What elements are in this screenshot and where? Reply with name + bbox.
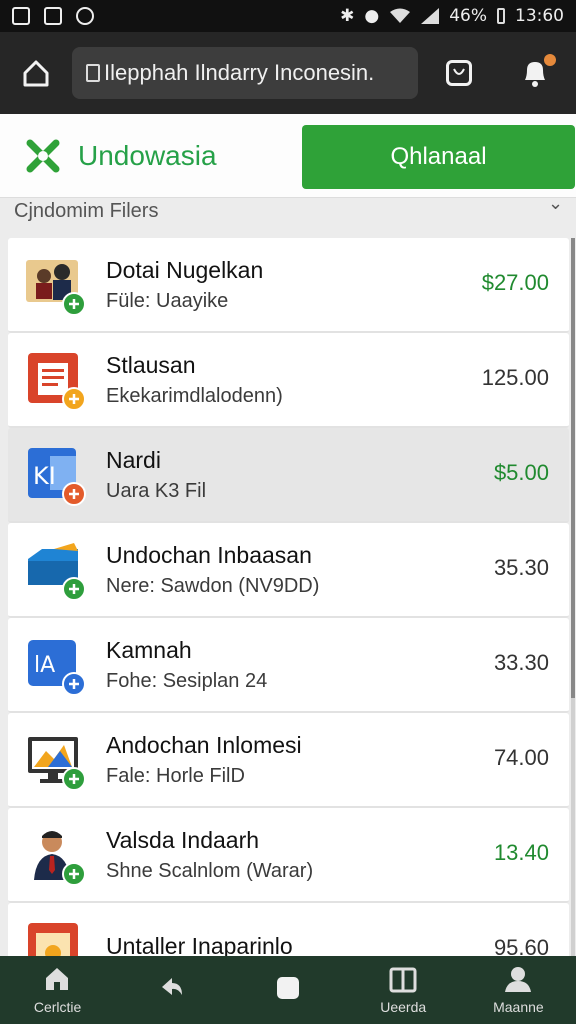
item-title: Valsda Indaarh bbox=[106, 826, 260, 853]
back-arrow-icon bbox=[161, 978, 182, 995]
wifi-icon bbox=[390, 8, 411, 23]
item-title: Undochan Inbaasan bbox=[106, 541, 312, 568]
nav-item-person[interactable]: Maanne bbox=[461, 956, 576, 1024]
item-price: 125.00 bbox=[481, 365, 549, 390]
home-icon bbox=[45, 968, 68, 990]
brand-logo-icon bbox=[26, 139, 60, 172]
svg-text:KI: KI bbox=[33, 462, 56, 490]
item-price: 35.30 bbox=[493, 555, 549, 580]
person-icon bbox=[505, 967, 532, 992]
list-item[interactable]: Andochan Inlomesi Fale: Horle FilD 74.00 bbox=[8, 713, 569, 808]
item-title: Andochan Inlomesi bbox=[106, 731, 302, 758]
signal-icon bbox=[421, 8, 440, 24]
list-item[interactable]: Valsda Indaarh Shne Scalnlom (Warar) 13.… bbox=[8, 808, 569, 903]
address-text: Ilepphah Ilndarry Inconesin. bbox=[104, 60, 375, 85]
scrollbar[interactable] bbox=[571, 238, 575, 956]
list-item[interactable]: KI Nardi Uara K3 Fil $5.00 bbox=[8, 428, 569, 523]
tabs-button[interactable] bbox=[418, 32, 500, 114]
word-doc-icon: KI bbox=[24, 444, 86, 506]
item-price: $27.00 bbox=[481, 270, 549, 295]
item-subtitle: Fohe: Sesiplan 24 bbox=[106, 669, 268, 692]
blue-app-icon: lA bbox=[24, 634, 86, 696]
home-button[interactable] bbox=[0, 32, 72, 114]
notifications-button[interactable] bbox=[500, 32, 570, 114]
tabs-icon bbox=[446, 60, 472, 86]
svg-text:lA: lA bbox=[34, 653, 55, 678]
data-saver-icon: ● bbox=[364, 6, 380, 26]
sync-notification-icon bbox=[76, 7, 94, 25]
item-price: 74.00 bbox=[493, 745, 549, 770]
item-price: $5.00 bbox=[493, 460, 549, 485]
item-subtitle: Fale: Horle FilD bbox=[106, 764, 245, 787]
battery-level: 46% bbox=[449, 6, 487, 26]
brand-name: Undowasia bbox=[78, 139, 217, 171]
bluetooth-icon: ✱ bbox=[340, 6, 355, 26]
collapse-icon[interactable]: ⌄ bbox=[548, 193, 563, 214]
businessman-icon bbox=[24, 824, 86, 886]
battery-icon bbox=[497, 8, 505, 24]
square-icon bbox=[277, 977, 299, 999]
nav-item-square[interactable] bbox=[230, 956, 345, 1024]
monitor-chart-icon bbox=[24, 729, 86, 791]
home-icon bbox=[23, 60, 49, 87]
browser-toolbar: Ilepphah Ilndarry Inconesin. bbox=[0, 32, 576, 114]
nav-label: Cerlctie bbox=[33, 999, 82, 1015]
item-title: Stlausan bbox=[106, 351, 196, 378]
item-price: 13.40 bbox=[493, 840, 549, 865]
bottom-navigation: Cerlctie Ueerda Maanne bbox=[0, 956, 576, 1024]
nav-item-back-arrow[interactable] bbox=[115, 956, 230, 1024]
document-icon bbox=[24, 349, 86, 411]
item-subtitle: Nere: Sawdon (NV9DD) bbox=[106, 574, 320, 597]
item-subtitle: Füle: Uaayike bbox=[106, 289, 229, 312]
nav-item-home[interactable]: Cerlctie bbox=[0, 956, 115, 1024]
item-title: Nardi bbox=[106, 446, 161, 473]
notification-icon bbox=[12, 7, 30, 25]
brand-header: Undowasia Qhlanaal bbox=[0, 114, 576, 198]
item-subtitle: Uara K3 Fil bbox=[106, 479, 207, 502]
item-title: Dotai Nugelkan bbox=[106, 256, 264, 283]
list-item[interactable]: Dotai Nugelkan Füle: Uaayike $27.00 bbox=[8, 238, 569, 333]
list-item[interactable]: lA Kamnah Fohe: Sesiplan 24 33.30 bbox=[8, 618, 569, 713]
list-item[interactable]: Undochan Inbaasan Nere: Sawdon (NV9DD) 3… bbox=[8, 523, 569, 618]
scrollbar-thumb[interactable] bbox=[571, 238, 575, 698]
nav-label: Maanne bbox=[493, 999, 544, 1015]
file-list: Dotai Nugelkan Füle: Uaayike $27.00 Stla… bbox=[8, 238, 569, 998]
primary-action-button[interactable]: Qhlanaal bbox=[302, 125, 575, 189]
section-title: Cjndomim Filers bbox=[14, 200, 159, 222]
folder-box-icon bbox=[24, 539, 86, 601]
book-icon bbox=[389, 967, 417, 993]
photo-notification-icon bbox=[44, 7, 62, 25]
item-price: 33.30 bbox=[493, 650, 549, 675]
page-icon bbox=[86, 64, 100, 82]
item-title: Kamnah bbox=[106, 636, 192, 663]
notification-badge bbox=[544, 54, 556, 66]
list-item[interactable]: Stlausan Ekekarimdlalodenn) 125.00 bbox=[8, 333, 569, 428]
nav-label: Ueerda bbox=[380, 999, 427, 1015]
nav-item-book[interactable]: Ueerda bbox=[346, 956, 461, 1024]
status-bar: ✱ ● 46% 13:60 bbox=[0, 0, 576, 32]
item-subtitle: Shne Scalnlom (Warar) bbox=[106, 859, 314, 882]
people-photo-icon bbox=[24, 254, 86, 316]
address-bar[interactable]: Ilepphah Ilndarry Inconesin. bbox=[72, 47, 418, 99]
clock: 13:60 bbox=[515, 6, 564, 26]
item-subtitle: Ekekarimdlalodenn) bbox=[106, 384, 283, 407]
